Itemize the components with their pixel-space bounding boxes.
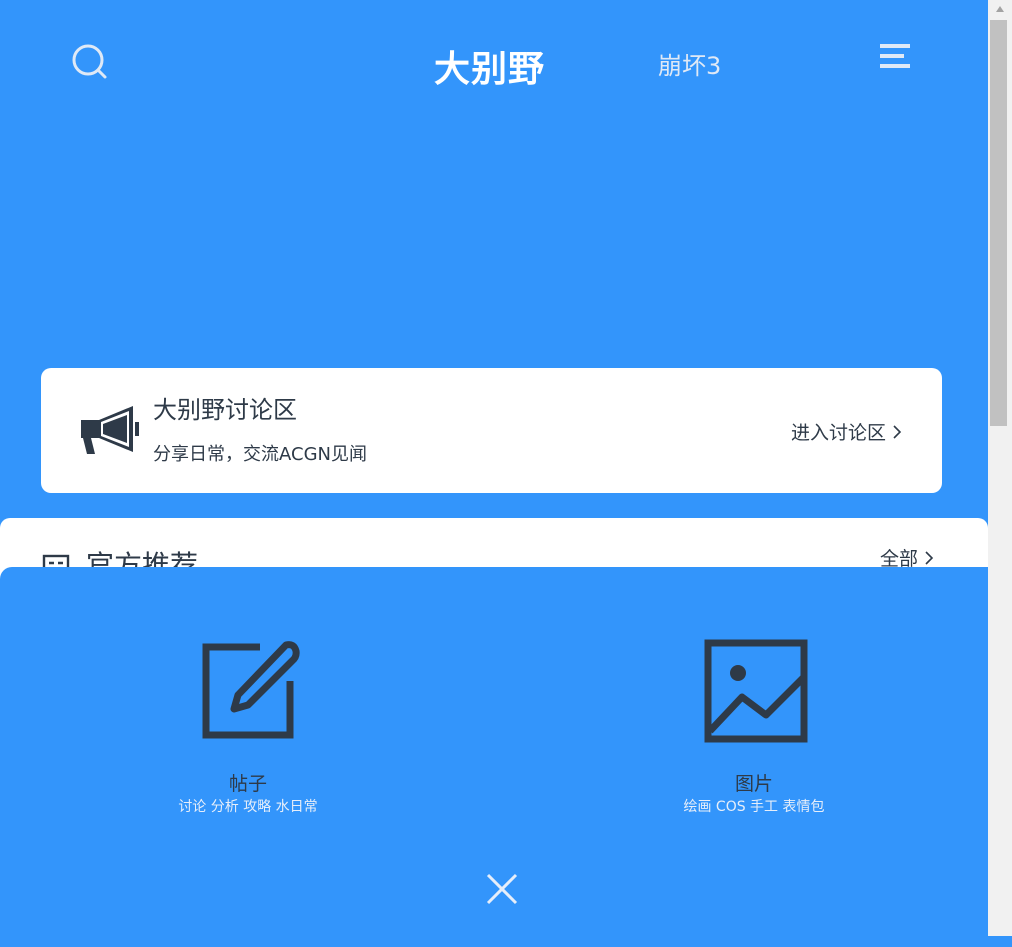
search-icon[interactable] bbox=[72, 44, 108, 80]
scroll-up-icon[interactable] bbox=[988, 0, 1012, 18]
site-logo[interactable]: 大别野 bbox=[434, 40, 545, 92]
discussion-subtitle: 分享日常，交流ACGN见闻 bbox=[153, 444, 367, 465]
menu-icon[interactable] bbox=[878, 42, 912, 70]
edit-icon bbox=[198, 639, 302, 743]
publish-sheet: 帖子 讨论 分析 攻略 水日常 图片 绘画 COS 手工 表情包 bbox=[0, 567, 1008, 947]
game-switch[interactable]: 崩坏3 bbox=[658, 46, 721, 81]
image-icon bbox=[704, 639, 808, 743]
discussion-card[interactable]: 大别野讨论区 分享日常，交流ACGN见闻 进入讨论区 bbox=[41, 368, 942, 493]
publish-image-label: 图片 bbox=[734, 773, 773, 795]
publish-post-sub: 讨论 分析 攻略 水日常 bbox=[178, 799, 318, 815]
chevron-right-icon bbox=[893, 424, 902, 439]
publish-post-label: 帖子 bbox=[228, 773, 267, 795]
publish-image-sub: 绘画 COS 手工 表情包 bbox=[683, 799, 825, 815]
discussion-title: 大别野讨论区 bbox=[153, 396, 297, 424]
scrollbar[interactable] bbox=[988, 0, 1012, 936]
enter-discussion-link[interactable]: 进入讨论区 bbox=[791, 418, 902, 445]
megaphone-icon bbox=[77, 402, 141, 458]
publish-image-option[interactable]: 图片 绘画 COS 手工 表情包 bbox=[604, 567, 904, 817]
close-icon[interactable] bbox=[484, 871, 520, 907]
chevron-right-icon bbox=[925, 550, 934, 565]
enter-discussion-label: 进入讨论区 bbox=[790, 422, 886, 444]
publish-post-option[interactable]: 帖子 讨论 分析 攻略 水日常 bbox=[98, 567, 398, 817]
scrollbar-thumb[interactable] bbox=[990, 20, 1007, 426]
